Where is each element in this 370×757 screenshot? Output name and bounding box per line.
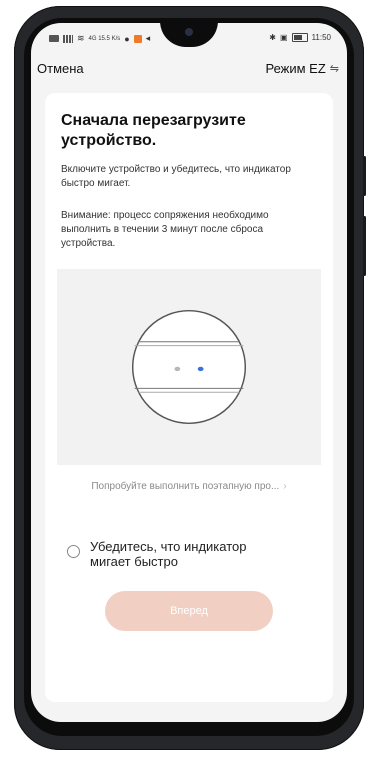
content-card: Сначала перезагрузите устройство. Включи… [45,93,333,702]
battery-icon [291,33,308,42]
confirm-checkbox-row[interactable]: Убедитесь, что индикатор мигает быстро [67,539,280,569]
ez-mode-button[interactable]: Режим EZ ⇋ [265,61,339,76]
status-right: ✱ ▣ 11:50 [269,33,331,42]
status-bar: ≋ 4G 15.5 K/s ● ◂ ✱ ▣ 11:50 [31,23,347,51]
send-icon: ◂ [145,33,151,43]
phone-frame: ≋ 4G 15.5 K/s ● ◂ ✱ ▣ 11:50 Отмена Режим… [14,6,366,750]
radio-circle-icon[interactable] [67,545,80,558]
swap-arrows-icon: ⇋ [329,63,339,75]
front-camera-icon [185,28,193,36]
chevron-right-icon: › [283,481,287,492]
message-icon [49,35,59,42]
device-outline [131,309,247,425]
device-illustration [57,269,321,465]
bluetooth-icon: ✱ [269,33,276,42]
network-speed: 4G 15.5 K/s [88,35,121,42]
page-title: Сначала перезагрузите устройство. [61,112,246,149]
notification-icon: ● [124,33,130,44]
nfc-icon: ▣ [280,33,288,42]
next-button[interactable]: Вперед [105,591,273,631]
confirm-label: Убедитесь, что индикатор мигает быстро [90,539,247,569]
led-blue-dot [197,366,204,372]
camera-notch [160,23,218,47]
warning-text: Внимание: процесс сопряжения необходимо … [61,210,269,249]
instruction-text: Включите устройство и убедитесь, что инд… [61,164,291,189]
top-nav: Отмена Режим EZ ⇋ [31,53,347,83]
hint-text: Попробуйте выполнить поэтапную про... [91,481,280,492]
wifi-icon: ≋ [77,33,85,43]
led-grey-dot [174,366,181,372]
clock: 11:50 [311,33,331,42]
signal-icon [63,34,73,43]
power-button [363,216,366,276]
volume-button [363,156,366,196]
mode-label: Режим EZ [265,61,326,76]
device-drawing [131,309,247,425]
step-by-step-link[interactable]: Попробуйте выполнить поэтапную про... › [45,481,333,492]
cancel-button[interactable]: Отмена [37,61,84,76]
phone-screen: ≋ 4G 15.5 K/s ● ◂ ✱ ▣ 11:50 Отмена Режим… [31,23,347,722]
status-left: ≋ 4G 15.5 K/s ● ◂ [49,33,150,44]
app-notification-icon [133,34,142,43]
